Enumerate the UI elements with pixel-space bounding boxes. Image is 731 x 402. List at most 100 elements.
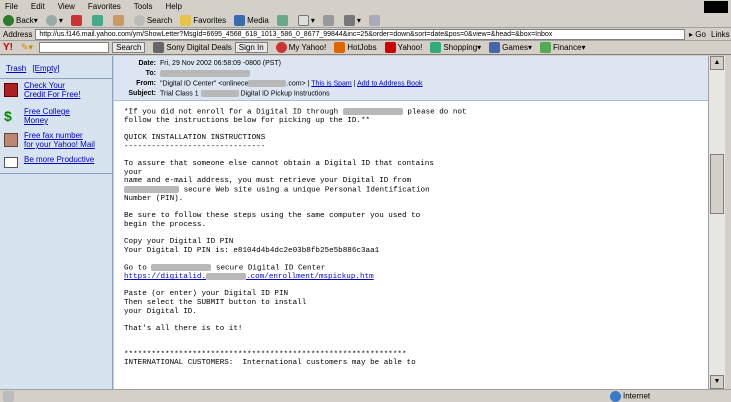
print-icon	[322, 14, 334, 26]
pencil-icon[interactable]: ✎▾	[21, 42, 33, 53]
address-bar: Address http://us.f146.mail.yahoo.com/ym…	[0, 28, 731, 41]
yahoo-toolbar: Y! ✎▾ Search Sony Digital Deals Sign In …	[0, 41, 731, 55]
empty-trash-link[interactable]: [Empty]	[32, 64, 59, 73]
menu-bar: File Edit View Favorites Tools Help	[0, 0, 731, 13]
trash-link[interactable]: Trash	[6, 64, 26, 73]
message-header: Date: Fri, 29 Nov 2002 06:58:09 -0800 (PS…	[114, 56, 708, 101]
trash-folder[interactable]: Trash [Empty]	[0, 56, 112, 76]
sony-deals-button[interactable]: Sony Digital Deals	[153, 42, 232, 53]
scroll-thumb[interactable]	[710, 154, 724, 214]
redacted-company	[342, 108, 403, 115]
add-to-address-book-link[interactable]: Add to Address Book	[357, 80, 422, 87]
redacted-company-2	[124, 185, 179, 193]
refresh-button[interactable]	[91, 14, 105, 26]
page-icon	[3, 390, 14, 402]
message-date: Fri, 29 Nov 2002 06:58:09 -0800 (PST)	[160, 60, 282, 67]
discuss-button[interactable]	[368, 14, 382, 26]
media-button[interactable]: Media	[234, 14, 269, 26]
home-button[interactable]	[112, 14, 126, 26]
menu-view[interactable]: View	[58, 2, 75, 11]
sidebar-divider-2	[0, 173, 112, 174]
my-yahoo-button[interactable]: My Yahoo!	[275, 42, 326, 53]
date-row: Date: Fri, 29 Nov 2002 06:58:09 -0800 (PS…	[138, 60, 282, 67]
back-arrow-icon	[3, 14, 14, 26]
sidebar-item-college[interactable]: $ Free College Money	[0, 107, 112, 131]
menu-help[interactable]: Help	[165, 2, 181, 11]
yahoo-search-input[interactable]	[39, 42, 110, 53]
stop-button[interactable]	[70, 14, 84, 26]
redacted-link-domain	[206, 272, 247, 280]
stop-icon	[70, 14, 82, 26]
redacted-subject	[200, 90, 239, 97]
media-icon	[234, 14, 246, 26]
shopping-cart-icon	[430, 42, 442, 53]
sidebar-divider	[0, 78, 112, 79]
history-button[interactable]	[276, 14, 290, 26]
yahoo-icon	[384, 42, 396, 53]
search-button[interactable]: Search	[133, 14, 172, 26]
yahoo-button[interactable]: Yahoo!	[384, 42, 422, 53]
security-zone: Internet	[610, 391, 650, 402]
edit-icon	[343, 14, 355, 26]
menu-file[interactable]: File	[5, 2, 18, 11]
pickup-link[interactable]: https://digitalid. .com/enrollment/mspick…	[124, 272, 374, 281]
my-yahoo-icon	[275, 42, 287, 53]
from-row: From: "Digital ID Center" <onlinece .com> …	[136, 80, 423, 88]
back-button[interactable]: Back ▾	[3, 14, 38, 26]
sidebar-item-fax[interactable]: Free fax number for your Yahoo! Mail	[0, 131, 112, 155]
mail-button[interactable]: ▾	[297, 14, 315, 26]
yahoo-logo-icon[interactable]: Y!	[3, 42, 13, 53]
digital-id-pin: Your Digital ID PIN is: e8104d4b4dc2e03b…	[124, 246, 380, 255]
finance-icon	[539, 42, 551, 53]
home-icon	[112, 14, 124, 26]
shopping-button[interactable]: Shopping ▾	[430, 42, 481, 53]
edit-button[interactable]: ▾	[343, 14, 361, 26]
fax-icon	[4, 133, 18, 147]
print-button[interactable]	[322, 14, 336, 26]
sign-in-button[interactable]: Sign In	[234, 42, 268, 53]
forward-button[interactable]: ▾	[45, 14, 63, 26]
redacted-company-3	[151, 263, 212, 271]
browser-window: File Edit View Favorites Tools Help Back…	[0, 0, 731, 402]
links-button[interactable]: Links	[711, 30, 731, 39]
deals-icon	[153, 42, 165, 53]
yahoo-search-button[interactable]: Search	[112, 42, 146, 53]
status-bar: Internet	[0, 389, 731, 402]
games-button[interactable]: Games ▾	[489, 42, 532, 53]
address-input[interactable]: http://us.f146.mail.yahoo.com/ym/ShowLet…	[35, 28, 685, 40]
forward-arrow-icon	[45, 14, 57, 26]
favorites-icon	[180, 14, 192, 26]
windows-logo-icon	[704, 1, 728, 13]
message-body: *If you did not enroll for a Digital ID …	[124, 108, 467, 368]
subject-row: Subject: Trial Class 1 Digital ID Pickup …	[128, 90, 330, 98]
mail-sidebar: Trash [Empty] Check Your Credit For Free!…	[0, 56, 113, 389]
to-row: To:	[124, 70, 250, 77]
search-icon	[133, 14, 145, 26]
menu-edit[interactable]: Edit	[31, 2, 45, 11]
sidebar-item-credit[interactable]: Check Your Credit For Free!	[0, 81, 112, 107]
vertical-scrollbar[interactable]: ▲ ▼	[708, 56, 725, 389]
calendar-icon	[4, 157, 18, 168]
menu-favorites[interactable]: Favorites	[88, 2, 121, 11]
house-icon	[4, 83, 18, 97]
standard-toolbar: Back ▾ ▾ Search Favorites Media ▾ ▾	[0, 13, 731, 28]
address-label: Address	[3, 29, 33, 39]
hotjobs-button[interactable]: HotJobs	[334, 42, 377, 53]
go-button[interactable]: ▸ Go	[689, 30, 711, 39]
redacted-domain	[248, 80, 287, 87]
scroll-up-arrow-icon[interactable]: ▲	[710, 56, 724, 70]
sidebar-item-productive[interactable]: Be more Productive	[0, 155, 112, 171]
refresh-icon	[91, 14, 103, 26]
redacted-recipient	[160, 70, 250, 77]
scroll-down-arrow-icon[interactable]: ▼	[710, 375, 724, 389]
menu-tools[interactable]: Tools	[134, 2, 153, 11]
games-icon	[489, 42, 501, 53]
globe-icon	[610, 391, 621, 402]
message-pane: Date: Fri, 29 Nov 2002 06:58:09 -0800 (PS…	[114, 56, 708, 389]
favorites-button[interactable]: Favorites	[180, 14, 226, 26]
finance-button[interactable]: Finance ▾	[539, 42, 585, 53]
history-icon	[276, 14, 288, 26]
hotjobs-icon	[334, 42, 346, 53]
discuss-icon	[368, 14, 380, 26]
spam-link[interactable]: This is Spam	[311, 80, 351, 87]
